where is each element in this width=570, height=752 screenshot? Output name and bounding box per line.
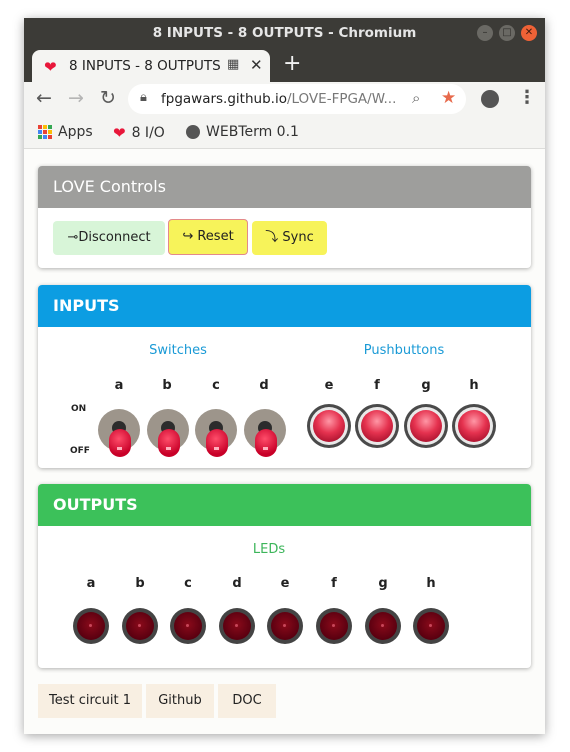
doc-link[interactable]: DOC bbox=[218, 684, 276, 718]
pushbutton-g-label: g bbox=[421, 378, 431, 393]
inputs-panel: INPUTS Switches Pushbuttons a b c d e f … bbox=[38, 285, 531, 468]
pushbutton-g[interactable] bbox=[404, 404, 448, 448]
globe-icon bbox=[186, 125, 200, 139]
browser-window: 8 INPUTS - 8 OUTPUTS - Chromium – □ ✕ ❤ … bbox=[24, 18, 545, 734]
switch-d-label: d bbox=[259, 378, 269, 393]
tab-close-icon[interactable]: ✕ bbox=[250, 56, 263, 74]
address-bar[interactable]: 🔒︎ fpgawars.github.io/LOVE-FPGA/W... ⌕ ★ bbox=[128, 84, 466, 114]
led-h bbox=[413, 608, 449, 644]
lock-icon: 🔒︎ bbox=[140, 90, 147, 105]
led-b-label: b bbox=[135, 576, 145, 591]
bookmark-label: WEBTerm 0.1 bbox=[206, 124, 299, 140]
zoom-icon[interactable]: ⌕ bbox=[412, 89, 420, 107]
led-g-label: g bbox=[378, 576, 388, 591]
led-c bbox=[170, 608, 206, 644]
menu-icon[interactable]: ⋮ bbox=[518, 87, 536, 108]
apps-grid-icon bbox=[38, 125, 52, 139]
sync-button[interactable]: ⤵ Sync bbox=[252, 221, 327, 255]
tab-strip: ❤ 8 INPUTS - 8 OUTPUTS ▦ ✕ + bbox=[24, 48, 545, 82]
reset-button[interactable]: ↪ Reset bbox=[168, 219, 248, 255]
led-d-label: d bbox=[232, 576, 242, 591]
led-a-label: a bbox=[86, 576, 96, 591]
browser-toolbar: ← → ↻ 🔒︎ fpgawars.github.io/LOVE-FPGA/W.… bbox=[24, 82, 545, 118]
tab-title: 8 INPUTS - 8 OUTPUTS bbox=[69, 58, 221, 74]
led-f bbox=[316, 608, 352, 644]
browser-tab[interactable]: ❤ 8 INPUTS - 8 OUTPUTS ▦ ✕ bbox=[32, 50, 270, 82]
off-label: OFF bbox=[70, 446, 90, 456]
led-e bbox=[267, 608, 303, 644]
controls-title: LOVE Controls bbox=[38, 166, 531, 208]
disconnect-button[interactable]: ⊸Disconnect bbox=[53, 221, 165, 255]
bookmark-star-icon[interactable]: ★ bbox=[441, 88, 456, 108]
led-c-label: c bbox=[184, 576, 192, 591]
on-label: ON bbox=[71, 404, 87, 414]
led-a bbox=[73, 608, 109, 644]
inputs-title: INPUTS bbox=[38, 285, 531, 327]
page-content: LOVE Controls ⊸Disconnect ↪ Reset ⤵ Sync… bbox=[24, 149, 545, 734]
maximize-icon[interactable]: □ bbox=[499, 25, 515, 41]
outputs-panel: OUTPUTS LEDs a b c d e f g h bbox=[38, 484, 531, 668]
plug-icon: ⊸ bbox=[67, 230, 79, 245]
minimize-icon[interactable]: – bbox=[477, 25, 493, 41]
reset-icon: ↪ bbox=[182, 229, 194, 244]
toggle-switch-a[interactable] bbox=[98, 405, 140, 457]
bookmark-label: 8 I/O bbox=[131, 125, 165, 141]
led-d bbox=[219, 608, 255, 644]
pushbutton-f[interactable] bbox=[355, 404, 399, 448]
pushbutton-h-label: h bbox=[469, 378, 479, 393]
pushbutton-f-label: f bbox=[374, 378, 380, 393]
pushbutton-e-label: e bbox=[324, 378, 334, 393]
toggle-switch-d[interactable] bbox=[244, 405, 286, 457]
forward-icon[interactable]: → bbox=[68, 87, 84, 109]
switch-b-label: b bbox=[162, 378, 172, 393]
heart-icon: ❤ bbox=[44, 58, 57, 76]
controls-panel: LOVE Controls ⊸Disconnect ↪ Reset ⤵ Sync bbox=[38, 166, 531, 268]
switch-a-label: a bbox=[114, 378, 124, 393]
github-link[interactable]: Github bbox=[146, 684, 214, 718]
bookmark-webterm[interactable]: WEBTerm 0.1 bbox=[186, 124, 299, 140]
title-bar: 8 INPUTS - 8 OUTPUTS - Chromium – □ ✕ bbox=[24, 18, 545, 48]
switches-label: Switches bbox=[149, 343, 207, 358]
sync-icon: ⤵ bbox=[265, 230, 279, 245]
outputs-title: OUTPUTS bbox=[38, 484, 531, 526]
led-g bbox=[365, 608, 401, 644]
pushbutton-e[interactable] bbox=[307, 404, 351, 448]
switch-c-label: c bbox=[212, 378, 220, 393]
pushbutton-h[interactable] bbox=[452, 404, 496, 448]
url-text: fpgawars.github.io/LOVE-FPGA/W... bbox=[161, 91, 397, 107]
led-b bbox=[122, 608, 158, 644]
pushbuttons-label: Pushbuttons bbox=[363, 343, 445, 358]
led-e-label: e bbox=[280, 576, 290, 591]
close-icon[interactable]: ✕ bbox=[521, 25, 537, 41]
window-title: 8 INPUTS - 8 OUTPUTS - Chromium bbox=[152, 25, 417, 41]
media-icon: ▦ bbox=[227, 57, 240, 72]
new-tab-icon[interactable]: + bbox=[283, 51, 301, 76]
bookmarks-bar: Apps ❤ 8 I/O WEBTerm 0.1 bbox=[24, 118, 545, 149]
reload-icon[interactable]: ↻ bbox=[100, 87, 116, 109]
back-icon[interactable]: ← bbox=[36, 87, 52, 109]
heart-icon: ❤ bbox=[113, 124, 126, 142]
leds-label: LEDs bbox=[252, 542, 286, 557]
reset-label: Reset bbox=[197, 229, 234, 244]
bookmark-label: Apps bbox=[58, 124, 93, 140]
sync-label: Sync bbox=[282, 230, 314, 245]
toggle-switch-c[interactable] bbox=[195, 405, 237, 457]
toggle-switch-b[interactable] bbox=[147, 405, 189, 457]
bookmark-8io[interactable]: ❤ 8 I/O bbox=[113, 124, 165, 142]
test-circuit-link[interactable]: Test circuit 1 bbox=[38, 684, 142, 718]
led-h-label: h bbox=[426, 576, 436, 591]
bookmark-apps[interactable]: Apps bbox=[38, 124, 93, 140]
led-f-label: f bbox=[331, 576, 337, 591]
profile-icon[interactable] bbox=[481, 90, 499, 108]
disconnect-label: Disconnect bbox=[78, 230, 151, 245]
